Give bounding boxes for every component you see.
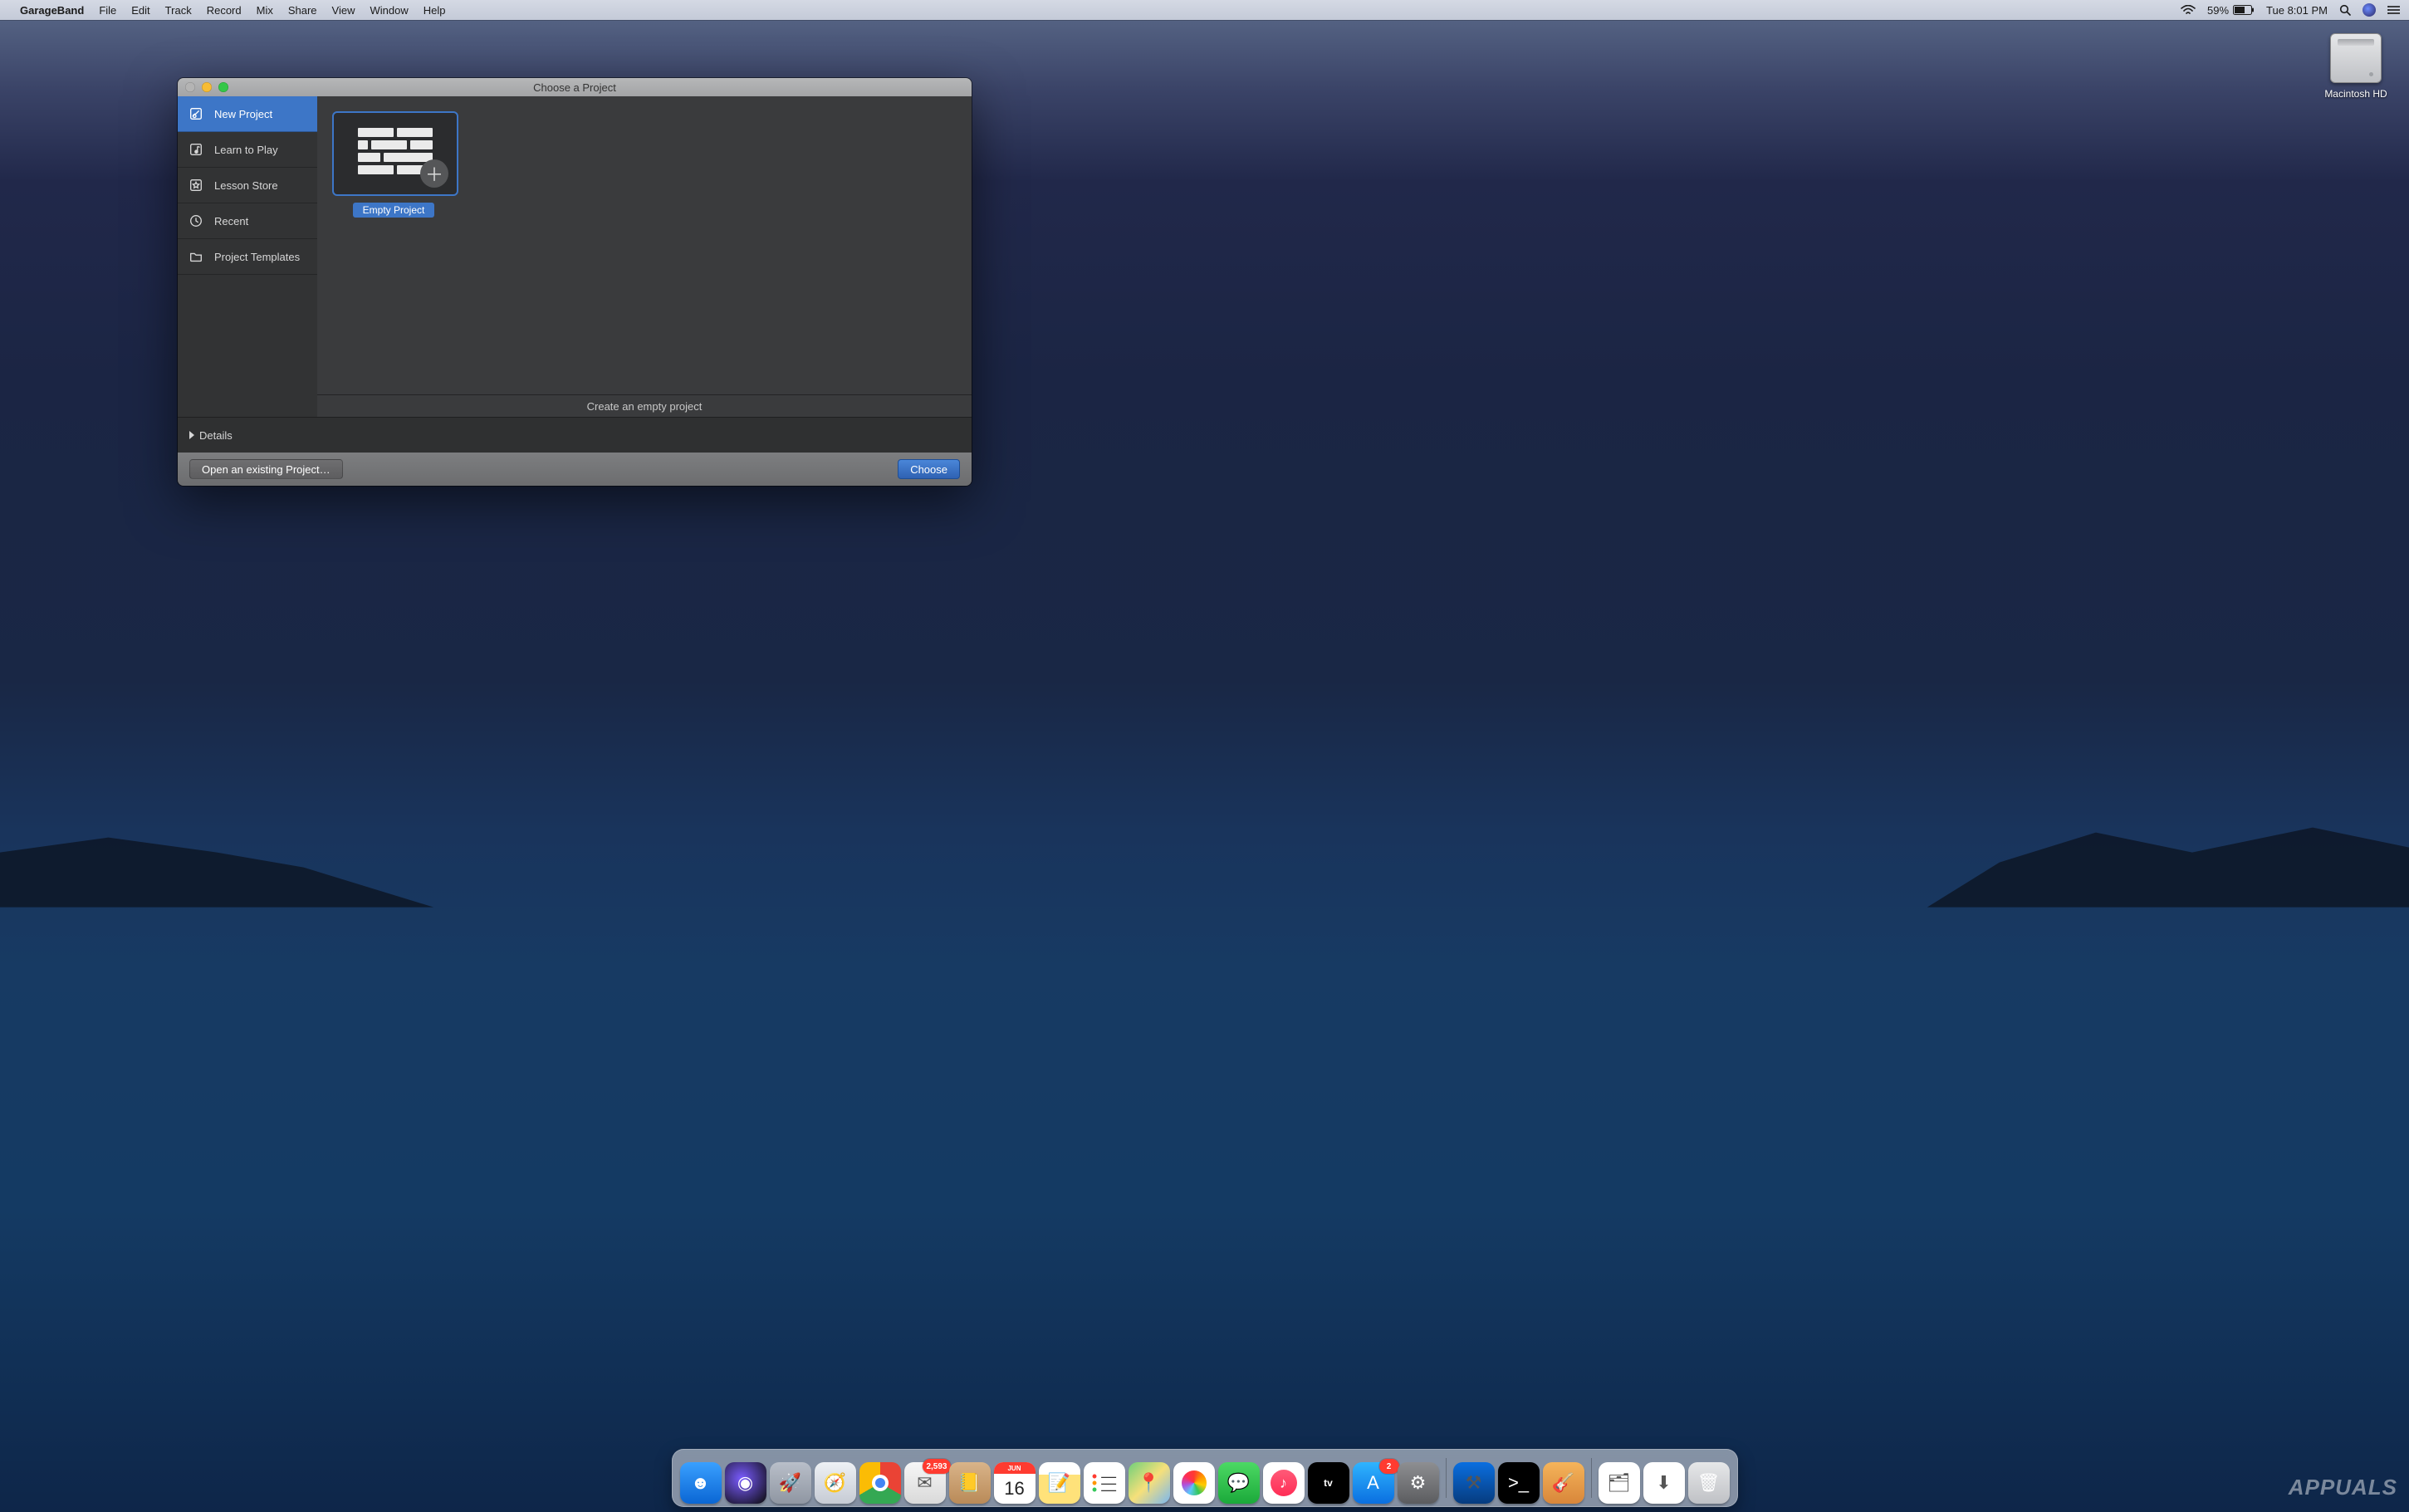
dock-notes[interactable]: 📝 <box>1039 1462 1080 1504</box>
battery-percent: 59% <box>2207 4 2229 17</box>
window-close-button[interactable] <box>185 82 195 92</box>
menu-share[interactable]: Share <box>288 4 317 17</box>
battery-status[interactable]: 59% <box>2207 4 2255 17</box>
wallpaper-hill-left <box>0 808 433 908</box>
plus-icon: ＋ <box>420 159 448 188</box>
window-footer: Open an existing Project… Choose <box>178 453 972 486</box>
dock-badge: 2,593 <box>923 1459 950 1474</box>
desktop-drive[interactable]: Macintosh HD <box>2323 33 2389 100</box>
window-zoom-button[interactable] <box>218 82 228 92</box>
dock-garageband[interactable]: 🎸 <box>1543 1462 1584 1504</box>
sidebar-item-label: Lesson Store <box>214 179 278 192</box>
open-existing-button[interactable]: Open an existing Project… <box>189 459 343 479</box>
dock-launchpad[interactable]: 🚀 <box>770 1462 811 1504</box>
menu-window[interactable]: Window <box>370 4 409 17</box>
sidebar-item-new-project[interactable]: New Project <box>178 96 317 132</box>
choose-button[interactable]: Choose <box>898 459 960 479</box>
sidebar-item-learn-to-play[interactable]: Learn to Play <box>178 132 317 168</box>
details-label: Details <box>199 429 233 442</box>
dock-photos[interactable] <box>1173 1462 1215 1504</box>
dock-finder[interactable]: ☻ <box>680 1462 722 1504</box>
empty-project-thumb: ＋ <box>332 111 458 196</box>
dock-downloads[interactable]: ⬇︎ <box>1643 1462 1685 1504</box>
menu-record[interactable]: Record <box>207 4 242 17</box>
sidebar: New Project Learn to Play Lesson Store Rece… <box>178 96 317 417</box>
dock-documents[interactable]: 🗂 <box>1599 1462 1640 1504</box>
sidebar-item-label: Project Templates <box>214 251 300 263</box>
dock-safari[interactable]: 🧭 <box>815 1462 856 1504</box>
menubar: GarageBand File Edit Track Record Mix Sh… <box>0 0 2409 20</box>
siri-menulet-icon[interactable] <box>2362 3 2376 17</box>
empty-project-label: Empty Project <box>353 203 435 218</box>
menu-track[interactable]: Track <box>165 4 192 17</box>
dock-reminders[interactable]: • —• —• — <box>1084 1462 1125 1504</box>
menu-view[interactable]: View <box>332 4 355 17</box>
dock-trash[interactable]: 🗑 <box>1688 1462 1730 1504</box>
spotlight-icon[interactable] <box>2339 4 2351 16</box>
main-panel: ＋ Empty Project Create an empty project <box>317 96 972 417</box>
project-description: Create an empty project <box>317 394 972 417</box>
clock[interactable]: Tue 8:01 PM <box>2266 4 2328 17</box>
window-minimize-button[interactable] <box>202 82 212 92</box>
dock-preferences[interactable]: ⚙︎ <box>1398 1462 1439 1504</box>
dock-separator <box>1446 1458 1447 1498</box>
sidebar-item-label: New Project <box>214 108 272 120</box>
disclosure-triangle-icon <box>189 431 194 439</box>
menu-help[interactable]: Help <box>424 4 446 17</box>
dock-badge: 2 <box>1379 1459 1399 1474</box>
menu-file[interactable]: File <box>99 4 116 17</box>
wifi-icon[interactable] <box>2181 5 2196 15</box>
sidebar-item-label: Learn to Play <box>214 144 278 156</box>
dock-terminal[interactable]: >_ <box>1498 1462 1540 1504</box>
dock-messages[interactable]: 💬 <box>1218 1462 1260 1504</box>
project-gallery: ＋ Empty Project <box>317 96 972 394</box>
app-menu[interactable]: GarageBand <box>20 4 84 17</box>
sidebar-item-label: Recent <box>214 215 248 228</box>
dock-siri[interactable]: ◉ <box>725 1462 766 1504</box>
menu-mix[interactable]: Mix <box>257 4 273 17</box>
titlebar[interactable]: Choose a Project <box>178 78 972 96</box>
dock-appstore[interactable]: A2 <box>1353 1462 1394 1504</box>
sidebar-item-project-templates[interactable]: Project Templates <box>178 239 317 275</box>
window-title: Choose a Project <box>533 81 616 94</box>
dock-appletv[interactable]: tv <box>1308 1462 1349 1504</box>
watermark: APPUALS <box>2289 1475 2397 1500</box>
drive-label: Macintosh HD <box>2323 88 2389 100</box>
notification-center-icon[interactable] <box>2387 5 2401 15</box>
dock-calendar[interactable]: JUN16 <box>994 1462 1036 1504</box>
star-icon <box>188 177 204 193</box>
wallpaper-hill-right <box>1927 808 2409 908</box>
details-disclosure[interactable]: Details <box>178 417 972 453</box>
dock-maps[interactable]: 📍 <box>1129 1462 1170 1504</box>
dock-mail[interactable]: ✉︎2,593 <box>904 1462 946 1504</box>
project-chooser-window: Choose a Project New Project Learn to Pla… <box>178 78 972 486</box>
dock-contacts[interactable]: 📒 <box>949 1462 991 1504</box>
note-icon <box>188 141 204 158</box>
dock-music[interactable]: ♪ <box>1263 1462 1305 1504</box>
menu-edit[interactable]: Edit <box>131 4 149 17</box>
harddrive-icon <box>2330 33 2382 83</box>
dock-xcode[interactable]: ⚒︎ <box>1453 1462 1495 1504</box>
empty-project-item[interactable]: ＋ Empty Project <box>332 111 455 218</box>
dock: ☻◉🚀🧭 ✉︎2,593📒JUN16📝• —• —• —📍 💬♪tvA2⚙︎ ⚒︎>_… <box>672 1449 1738 1507</box>
folder-icon <box>188 248 204 265</box>
dock-separator <box>1591 1458 1592 1498</box>
clock-icon <box>188 213 204 229</box>
sidebar-item-recent[interactable]: Recent <box>178 203 317 239</box>
guitar-icon <box>188 105 204 122</box>
sidebar-item-lesson-store[interactable]: Lesson Store <box>178 168 317 203</box>
dock-chrome[interactable] <box>859 1462 901 1504</box>
